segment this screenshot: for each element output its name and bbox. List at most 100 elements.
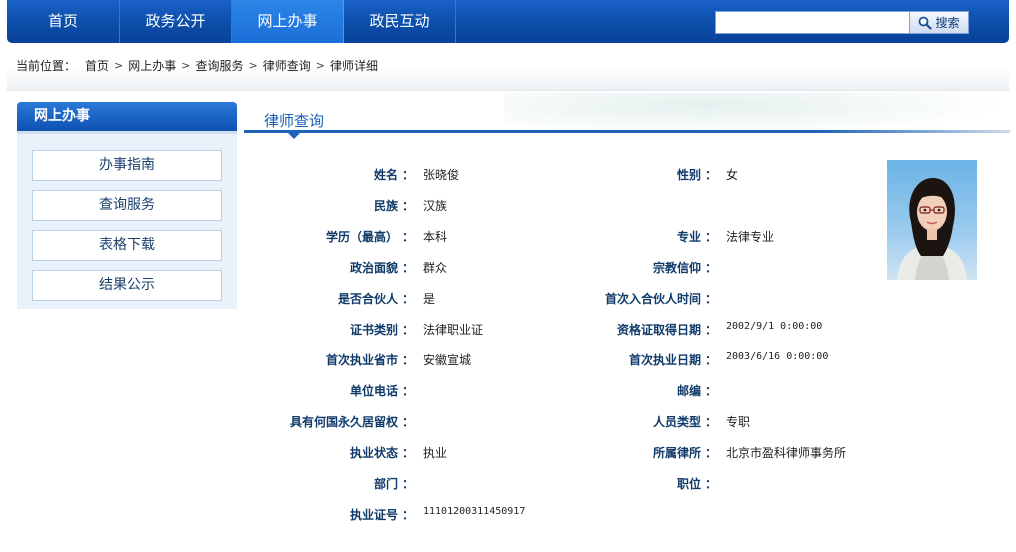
field-label: 姓名 <box>373 168 398 182</box>
field-colon: ： <box>705 477 718 491</box>
title-divider <box>244 130 1010 133</box>
field-label: 邮编 <box>676 384 701 398</box>
field-label: 首次入合伙人时间 <box>604 292 701 306</box>
nav-item-home[interactable]: 首页 <box>7 0 120 43</box>
field-colon: ： <box>402 168 415 182</box>
chevron-right-icon: > <box>181 59 191 72</box>
detail-row: 姓名 ： 张晓俊 性别 ： 女 <box>0 166 1016 182</box>
field-colon: ： <box>705 446 718 460</box>
detail-row: 执业状态 ： 执业 所属律所 ： 北京市盈科律师事务所 <box>0 444 1016 460</box>
breadcrumb-current: 律师详细 <box>329 59 378 73</box>
breadcrumb: 当前位置： 首页 > 网上办事 > 查询服务 > 律师查询 > 律师详细 <box>16 57 378 74</box>
field-value: 是 <box>423 292 436 306</box>
field-label: 职位 <box>676 477 701 491</box>
field-value: 张晓俊 <box>423 168 460 182</box>
page-title: 律师查询 <box>264 112 325 130</box>
sidebar-menu: 办事指南 查询服务 表格下载 结果公示 <box>17 131 237 309</box>
field-label: 具有何国永久居留权 <box>289 415 398 429</box>
field-colon: ： <box>705 384 718 398</box>
detail-row: 单位电话 ： 邮编 ： <box>0 382 1016 398</box>
field-label: 民族 <box>373 199 398 213</box>
field-colon: ： <box>402 508 415 522</box>
detail-row: 政治面貌 ： 群众 宗教信仰 ： <box>0 259 1016 275</box>
nav-item-interaction[interactable]: 政民互动 <box>344 0 456 43</box>
field-colon: ： <box>705 323 718 337</box>
field-colon: ： <box>705 415 718 429</box>
field-colon: ： <box>705 292 718 306</box>
field-colon: ： <box>402 230 415 244</box>
detail-row: 是否合伙人 ： 是 首次入合伙人时间 ： <box>0 290 1016 306</box>
field-value: 汉族 <box>423 199 448 213</box>
field-colon: ： <box>402 323 415 337</box>
detail-row: 执业证号 ： 11101200311450917 <box>0 506 1016 522</box>
content-header: 律师查询 <box>244 93 1010 141</box>
breadcrumb-online-services[interactable]: 网上办事 <box>128 57 176 74</box>
field-colon: ： <box>402 292 415 306</box>
detail-row: 部门 ： 职位 ： <box>0 475 1016 491</box>
search-box: 搜索 <box>715 11 969 34</box>
header-decoration <box>504 93 1010 135</box>
field-colon: ： <box>402 446 415 460</box>
breadcrumb-bar: 当前位置： 首页 > 网上办事 > 查询服务 > 律师查询 > 律师详细 <box>7 44 1009 91</box>
nav-item-gov-affairs[interactable]: 政务公开 <box>120 0 232 43</box>
field-colon: ： <box>402 415 415 429</box>
field-colon: ： <box>402 384 415 398</box>
breadcrumb-prefix: 当前位置： <box>16 59 77 73</box>
field-label: 执业证号 <box>349 508 398 522</box>
field-label: 资格证取得日期 <box>616 323 701 337</box>
pointer-arrow-icon <box>288 133 300 139</box>
chevron-right-icon: > <box>248 59 258 72</box>
chevron-right-icon: > <box>315 59 325 72</box>
search-button-label: 搜索 <box>935 16 960 30</box>
search-input[interactable] <box>715 11 909 34</box>
search-button[interactable]: 搜索 <box>909 11 969 34</box>
field-value: 本科 <box>423 230 448 244</box>
breadcrumb-query-services[interactable]: 查询服务 <box>195 57 243 74</box>
sidebar-title: 网上办事 <box>17 102 237 131</box>
detail-row: 具有何国永久居留权 ： 人员类型 ： 专职 <box>0 413 1016 429</box>
field-colon: ： <box>705 168 718 182</box>
field-value: 安徽宣城 <box>423 353 472 367</box>
field-label: 执业状态 <box>349 446 398 460</box>
field-colon: ： <box>705 230 718 244</box>
field-label: 首次执业省市 <box>325 353 398 367</box>
field-colon: ： <box>705 353 718 367</box>
field-label: 专业 <box>676 230 701 244</box>
field-label: 学历（最高） <box>325 230 398 244</box>
detail-row: 证书类别 ： 法律职业证 资格证取得日期 ： 2002/9/1 0:00:00 <box>0 321 1016 337</box>
field-label: 人员类型 <box>652 415 701 429</box>
top-nav-bar: 首页 政务公开 网上办事 政民互动 搜索 <box>7 0 1009 43</box>
field-label: 性别 <box>676 168 701 182</box>
field-value: 2003/6/16 0:00:00 <box>726 351 829 362</box>
main-nav: 首页 政务公开 网上办事 政民互动 <box>7 0 456 43</box>
field-label: 部门 <box>373 477 398 491</box>
nav-item-online-services[interactable]: 网上办事 <box>232 0 344 43</box>
field-value: 女 <box>726 168 739 182</box>
field-label: 首次执业日期 <box>628 353 701 367</box>
field-colon: ： <box>705 261 718 275</box>
field-value: 法律职业证 <box>423 323 484 337</box>
detail-row: 民族 ： 汉族 <box>0 197 1016 213</box>
field-label: 证书类别 <box>349 323 398 337</box>
field-value: 专职 <box>726 415 751 429</box>
detail-row: 学历（最高） ： 本科 专业 ： 法律专业 <box>0 228 1016 244</box>
lawyer-photo <box>887 160 977 280</box>
field-label: 宗教信仰 <box>652 261 701 275</box>
detail-row: 首次执业省市 ： 安徽宣城 首次执业日期 ： 2003/6/16 0:00:00 <box>0 351 1016 367</box>
field-colon: ： <box>402 261 415 275</box>
portrait-image <box>897 178 967 280</box>
breadcrumb-lawyer-query[interactable]: 律师查询 <box>263 57 311 74</box>
chevron-right-icon: > <box>114 59 124 72</box>
breadcrumb-home[interactable]: 首页 <box>85 57 109 74</box>
field-label: 是否合伙人 <box>337 292 398 306</box>
field-value: 北京市盈科律师事务所 <box>726 446 847 460</box>
field-value: 法律专业 <box>726 230 775 244</box>
field-colon: ： <box>402 199 415 213</box>
field-value: 2002/9/1 0:00:00 <box>726 321 823 332</box>
field-colon: ： <box>402 477 415 491</box>
magnifier-icon <box>919 16 933 30</box>
field-label: 所属律所 <box>652 446 701 460</box>
field-label: 单位电话 <box>349 384 398 398</box>
field-label: 政治面貌 <box>349 261 398 275</box>
field-value: 执业 <box>423 446 448 460</box>
